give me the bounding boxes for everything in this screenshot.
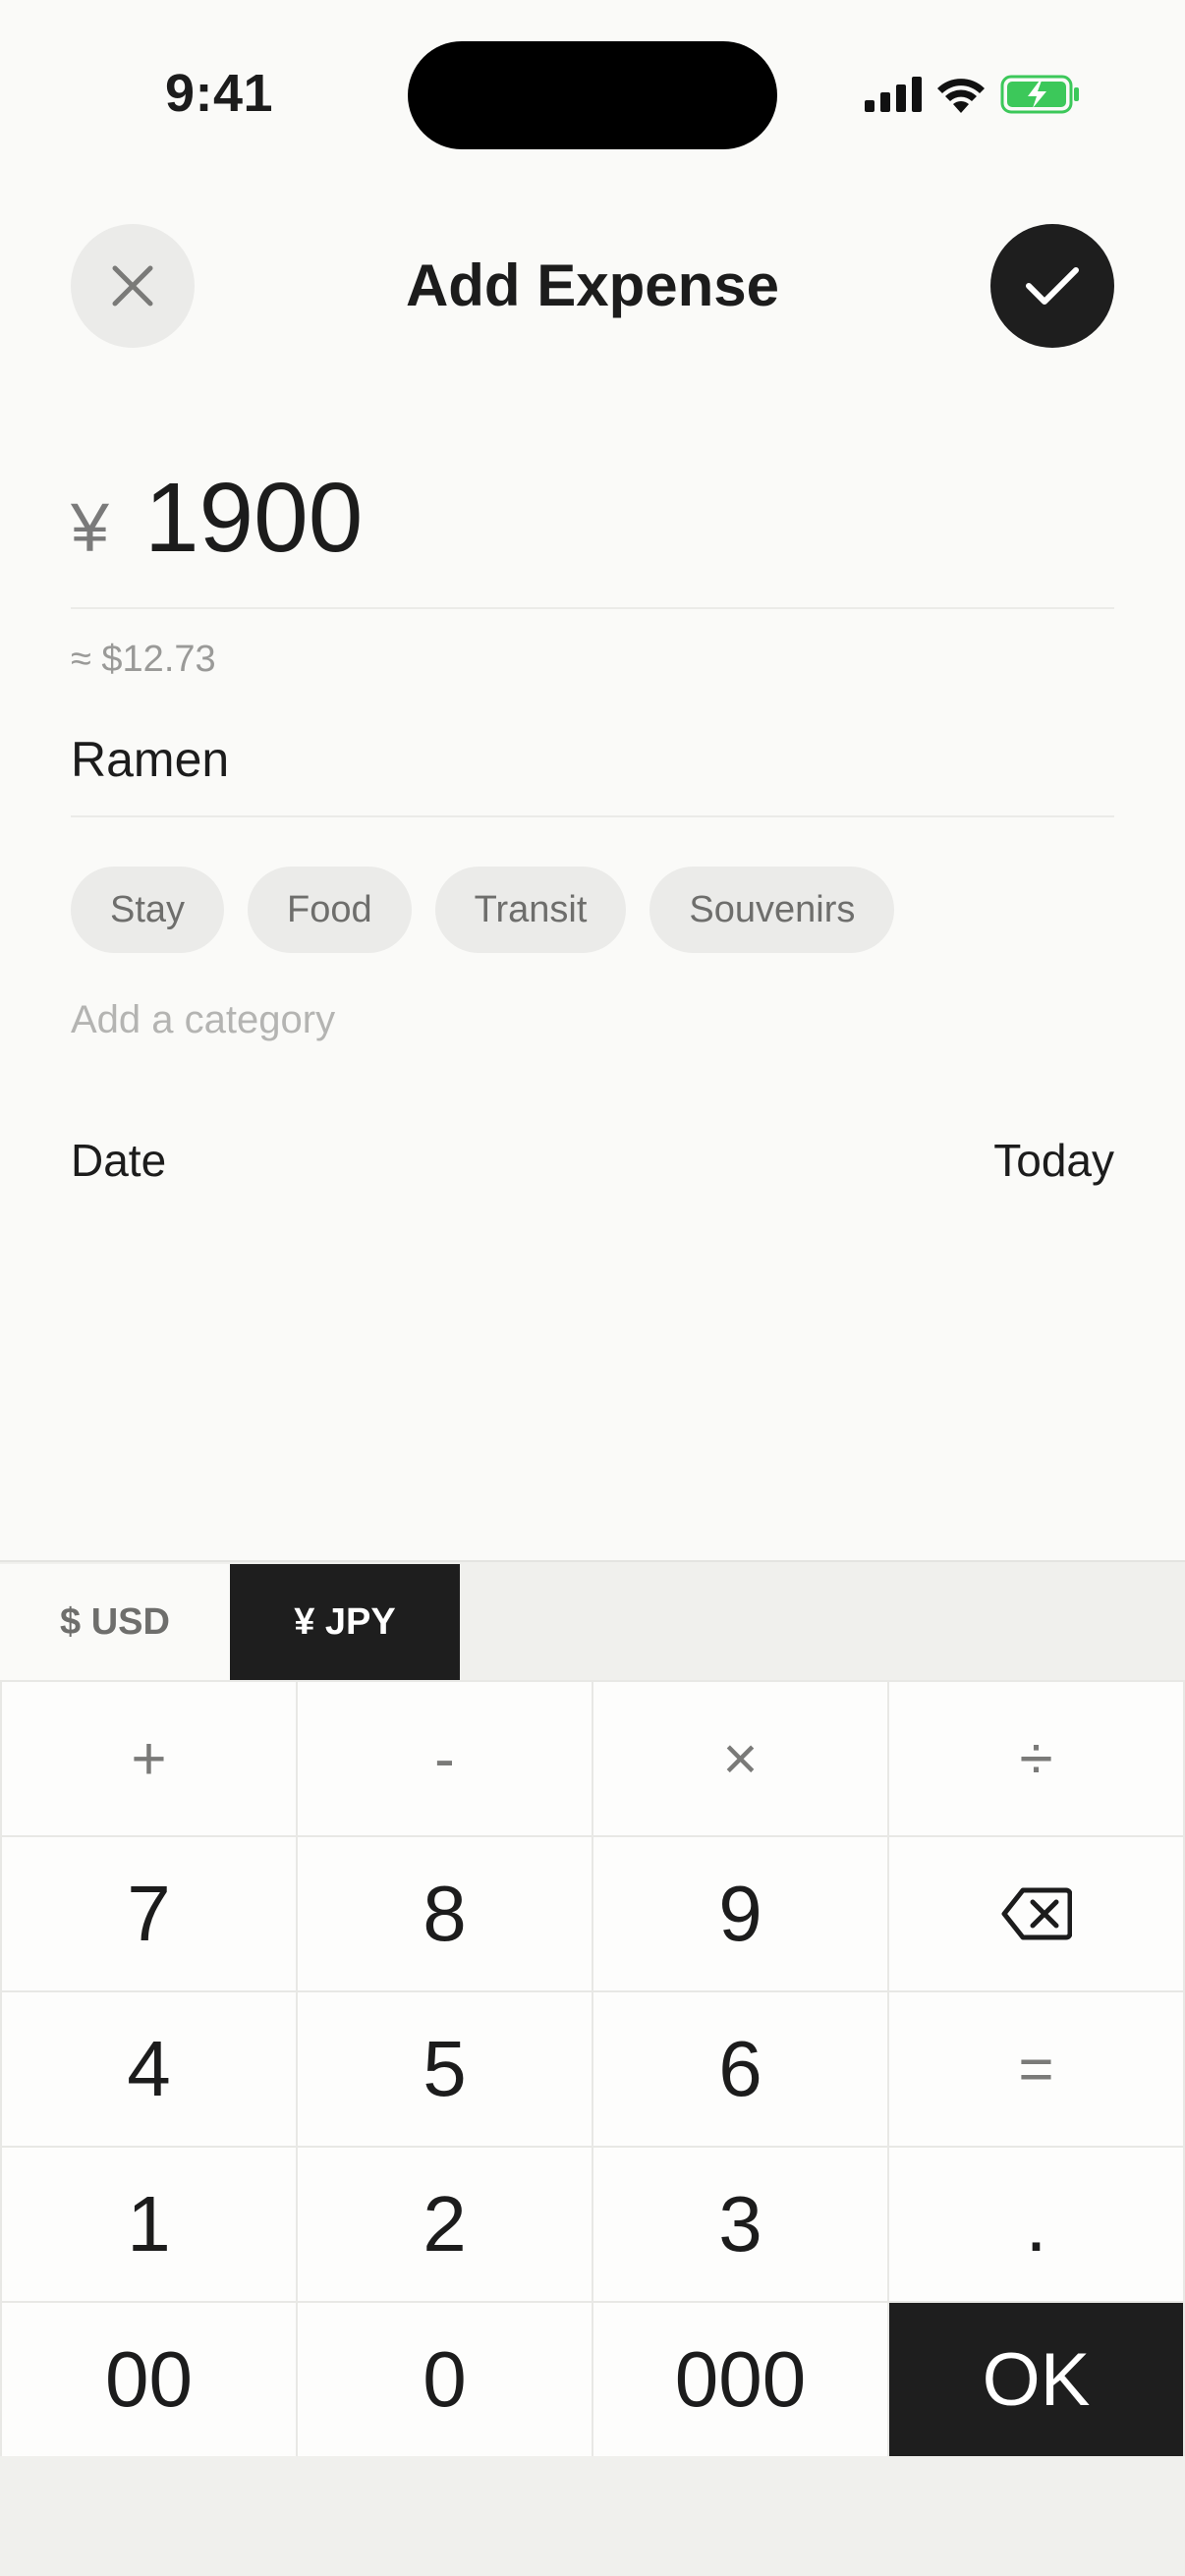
- backspace-icon: [1001, 1887, 1072, 1940]
- calculator-keyboard: $ USD ¥ JPY + - × ÷ 7 8 9 4 5 6 = 1 2 3 …: [0, 1560, 1185, 2576]
- amount-divider: [71, 607, 1114, 609]
- key-00[interactable]: 00: [2, 2303, 296, 2456]
- category-chip-food[interactable]: Food: [248, 867, 412, 953]
- category-chip-souvenirs[interactable]: Souvenirs: [649, 867, 895, 953]
- date-label: Date: [71, 1135, 167, 1186]
- key-000[interactable]: 000: [593, 2303, 887, 2456]
- status-time: 9:41: [165, 64, 274, 123]
- note-divider: [71, 815, 1114, 817]
- key-multiply[interactable]: ×: [593, 1682, 887, 1835]
- battery-charging-icon: [1000, 75, 1079, 114]
- checkmark-icon: [1026, 267, 1079, 305]
- currency-tab-jpy[interactable]: ¥ JPY: [230, 1564, 460, 1680]
- key-1[interactable]: 1: [2, 2148, 296, 2301]
- key-7[interactable]: 7: [2, 1837, 296, 1990]
- keypad: + - × ÷ 7 8 9 4 5 6 = 1 2 3 . 00 0 000 O…: [0, 1680, 1185, 2456]
- key-8[interactable]: 8: [298, 1837, 592, 1990]
- key-decimal[interactable]: .: [889, 2148, 1183, 2301]
- key-0[interactable]: 0: [298, 2303, 592, 2456]
- amount-input[interactable]: ¥ 1900: [71, 462, 363, 575]
- dynamic-island: [408, 41, 777, 149]
- currency-tab-usd[interactable]: $ USD: [0, 1564, 230, 1680]
- key-4[interactable]: 4: [2, 1992, 296, 2146]
- category-chip-transit[interactable]: Transit: [434, 867, 627, 953]
- key-3[interactable]: 3: [593, 2148, 887, 2301]
- key-backspace[interactable]: [889, 1837, 1183, 1990]
- wifi-icon: [937, 79, 985, 113]
- status-icons: [865, 73, 1081, 116]
- currency-symbol: ¥: [71, 489, 109, 566]
- key-5[interactable]: 5: [298, 1992, 592, 2146]
- key-ok[interactable]: OK: [889, 2303, 1183, 2456]
- add-category-input[interactable]: Add a category: [71, 998, 335, 1042]
- converted-amount: ≈ $12.73: [71, 639, 216, 680]
- key-plus[interactable]: +: [2, 1682, 296, 1835]
- note-field[interactable]: Ramen: [71, 731, 229, 788]
- category-chip-stay[interactable]: Stay: [71, 867, 225, 953]
- key-equals[interactable]: =: [889, 1992, 1183, 2146]
- key-6[interactable]: 6: [593, 1992, 887, 2146]
- cellular-signal-icon: [865, 77, 922, 112]
- key-9[interactable]: 9: [593, 1837, 887, 1990]
- key-2[interactable]: 2: [298, 2148, 592, 2301]
- category-chips: Stay Food Transit Souvenirs: [71, 867, 895, 953]
- key-minus[interactable]: -: [298, 1682, 592, 1835]
- date-value[interactable]: Today: [993, 1134, 1114, 1187]
- currency-tabs: $ USD ¥ JPY: [0, 1564, 460, 1680]
- amount-value: 1900: [143, 463, 364, 573]
- key-divide[interactable]: ÷: [889, 1682, 1183, 1835]
- confirm-button[interactable]: [990, 224, 1114, 348]
